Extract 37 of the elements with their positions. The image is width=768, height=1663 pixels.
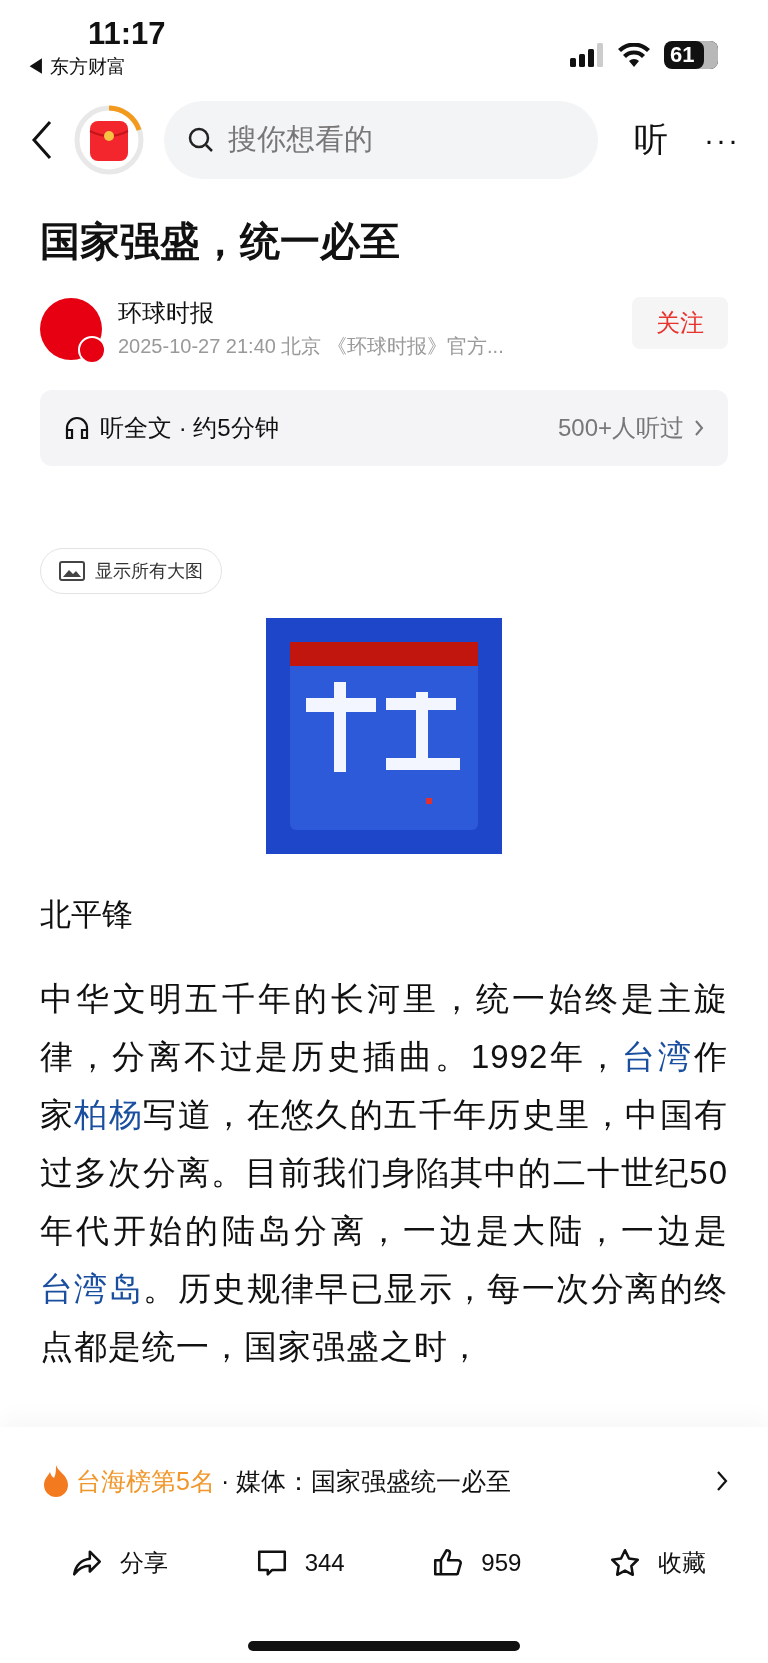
inline-link[interactable]: 台湾 bbox=[622, 1038, 694, 1075]
inline-link[interactable]: 柏杨 bbox=[74, 1096, 144, 1133]
author-name[interactable]: 环球时报 bbox=[118, 297, 616, 329]
listen-button[interactable]: 听 bbox=[634, 117, 668, 163]
signal-icon bbox=[570, 43, 604, 67]
inline-link[interactable]: 台湾岛 bbox=[40, 1270, 144, 1307]
article-paragraph: 中华文明五千年的长河里，统一始终是主旋律，分离不过是历史插曲。1992年，台湾作家柏杨写道，在悠久的五千年历史里，中国有过多次分离。目前我们身陷其中的二十世纪50年代开始的陆岛分离，一边是大陆，一边是 台湾岛。历史规律早已显示，每一次分离的终点都是统一，国家强盛之时， bbox=[40, 979, 728, 1367]
image-icon bbox=[59, 561, 85, 581]
follow-button[interactable]: 关注 bbox=[632, 297, 728, 349]
listen-bar[interactable]: 听全文 · 约5分钟 500+人听过 bbox=[40, 390, 728, 466]
show-all-images-button[interactable]: 显示所有大图 bbox=[40, 548, 222, 594]
listen-count: 500+人听过 bbox=[557, 413, 684, 443]
headphones-icon bbox=[64, 415, 90, 441]
chevron-right-icon bbox=[694, 419, 704, 437]
article-meta: 2025-10-27 21:40 北京 《环球时报》官方... bbox=[118, 334, 505, 359]
listen-label: 听全文 · 约5分钟 bbox=[100, 413, 279, 443]
chevron-right-icon bbox=[716, 1470, 728, 1492]
envelope-icon[interactable] bbox=[74, 105, 144, 175]
back-icon[interactable] bbox=[30, 120, 54, 160]
favorite-button[interactable]: 收藏 bbox=[601, 1545, 712, 1581]
back-to-app-link[interactable]: ◀ 东方财富 bbox=[26, 54, 127, 80]
hot-topic-bar[interactable]: 台海榜第5名 · 媒体：国家强盛统一必至 bbox=[0, 1427, 768, 1509]
author-byline: 北平锋 bbox=[40, 896, 134, 934]
status-time: 11:17 bbox=[88, 16, 166, 52]
wifi-icon bbox=[618, 43, 650, 67]
more-button[interactable]: ··· bbox=[704, 123, 740, 157]
battery-indicator: 61 bbox=[664, 41, 718, 69]
hot-rank: 台海榜第5名 bbox=[76, 1465, 215, 1497]
comment-button[interactable]: 344 bbox=[248, 1545, 351, 1581]
hot-topic: · 媒体：国家强盛统一必至 bbox=[220, 1465, 512, 1497]
like-button[interactable]: 959 bbox=[425, 1545, 528, 1581]
share-button[interactable]: 分享 bbox=[64, 1545, 174, 1581]
article-title: 国家强盛，统一必至 bbox=[40, 218, 401, 265]
flame-icon bbox=[42, 1465, 70, 1497]
search-icon bbox=[188, 127, 214, 153]
search-placeholder: 搜你想看的 bbox=[228, 122, 373, 157]
search-field[interactable]: 搜你想看的 bbox=[164, 101, 598, 179]
